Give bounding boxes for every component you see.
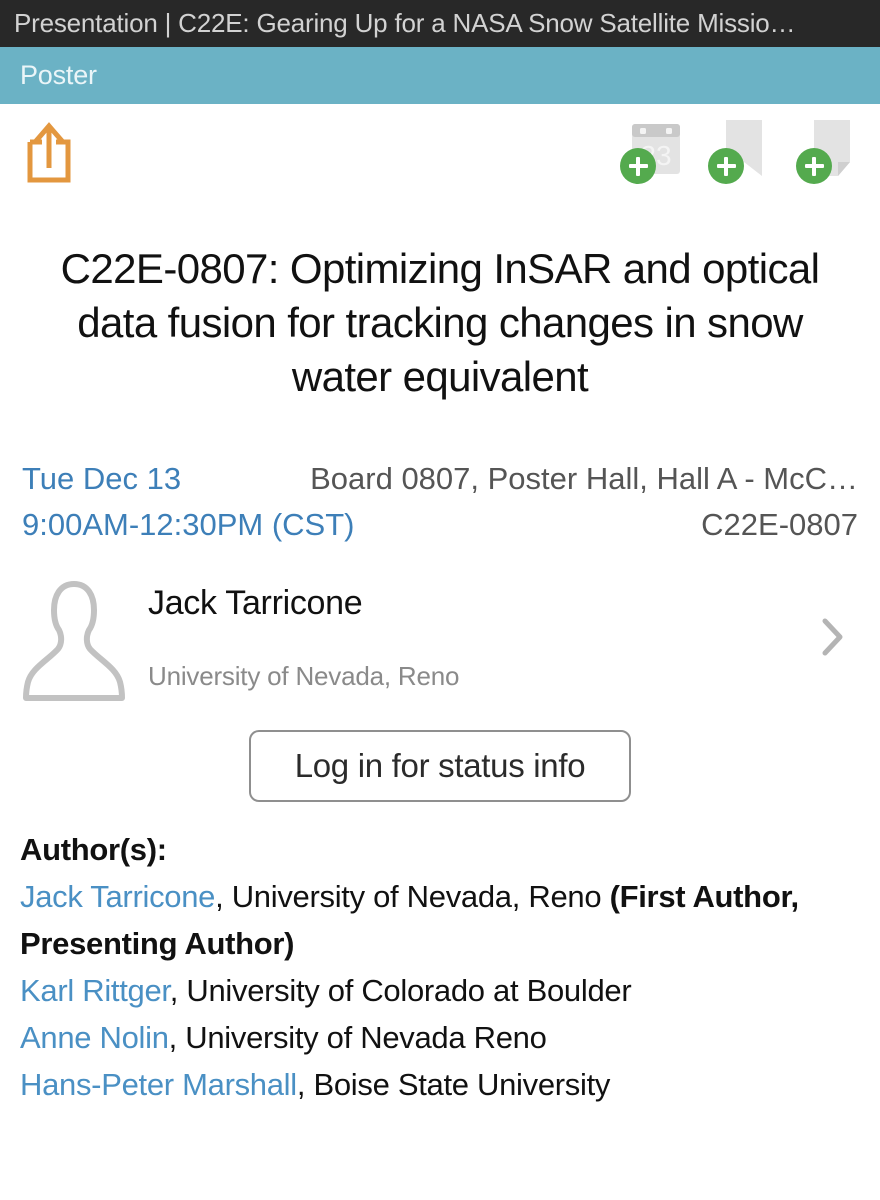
presentation-date: Tue Dec 13: [22, 461, 182, 496]
author-affiliation: , University of Nevada, Reno: [215, 879, 610, 914]
share-icon: [27, 122, 71, 183]
presentation-code: C22E-0807: [701, 507, 858, 542]
author-line: Anne Nolin, University of Nevada Reno: [20, 1014, 860, 1061]
action-toolbar: 23: [0, 104, 880, 222]
author-line: Jack Tarricone, University of Nevada, Re…: [20, 873, 860, 967]
presenter-name: Jack Tarricone: [148, 584, 363, 622]
plus-badge-icon: [708, 148, 744, 184]
author-name-link[interactable]: Anne Nolin: [20, 1020, 169, 1055]
presentation-time: 9:00AM-12:30PM (CST): [22, 507, 355, 542]
session-type-bar: Poster: [0, 47, 880, 104]
add-bookmark-button[interactable]: [708, 118, 770, 190]
meta-row-time-code: 9:00AM-12:30PM (CST) C22E-0807: [22, 502, 858, 548]
chevron-right-icon[interactable]: [820, 615, 846, 659]
author-name-link[interactable]: Jack Tarricone: [20, 879, 215, 914]
presenter-info: Jack Tarricone University of Nevada, Ren…: [126, 581, 820, 693]
presenter-row[interactable]: Jack Tarricone University of Nevada, Ren…: [0, 548, 880, 704]
avatar-icon: [23, 581, 125, 701]
plus-badge-icon: [796, 148, 832, 184]
add-to-calendar-button[interactable]: 23: [620, 118, 682, 190]
add-note-button[interactable]: [796, 118, 858, 190]
plus-badge-icon: [620, 148, 656, 184]
presentation-title: C22E-0807: Optimizing InSAR and optical …: [60, 245, 820, 400]
presentation-location: Board 0807, Poster Hall, Hall A - McC…: [310, 461, 858, 496]
author-affiliation: , Boise State University: [296, 1067, 611, 1102]
author-name-link[interactable]: Karl Rittger: [20, 973, 170, 1008]
authors-section: Author(s): Jack Tarricone, University of…: [0, 802, 880, 1108]
share-button[interactable]: [18, 120, 80, 188]
login-button-container: Log in for status info: [0, 704, 880, 802]
author-line: Karl Rittger, University of Colorado at …: [20, 967, 860, 1014]
browser-title-bar: Presentation | C22E: Gearing Up for a NA…: [0, 0, 880, 47]
authors-heading: Author(s):: [20, 832, 167, 867]
author-affiliation: , University of Colorado at Boulder: [169, 973, 632, 1008]
author-affiliation: , University of Nevada Reno: [168, 1020, 547, 1055]
quick-action-icons: 23: [620, 118, 858, 190]
login-for-status-button[interactable]: Log in for status info: [248, 730, 632, 802]
author-line: Hans-Peter Marshall, Boise State Univers…: [20, 1061, 860, 1108]
author-name-link[interactable]: Hans-Peter Marshall: [20, 1067, 297, 1102]
page-title: Presentation | C22E: Gearing Up for a NA…: [14, 8, 796, 38]
presentation-meta: Tue Dec 13 Board 0807, Poster Hall, Hall…: [0, 404, 880, 548]
presenter-organization: University of Nevada, Reno: [148, 661, 460, 691]
session-type-label: Poster: [20, 60, 97, 90]
authors-list: Jack Tarricone, University of Nevada, Re…: [20, 873, 860, 1108]
meta-row-date-location: Tue Dec 13 Board 0807, Poster Hall, Hall…: [22, 456, 858, 502]
